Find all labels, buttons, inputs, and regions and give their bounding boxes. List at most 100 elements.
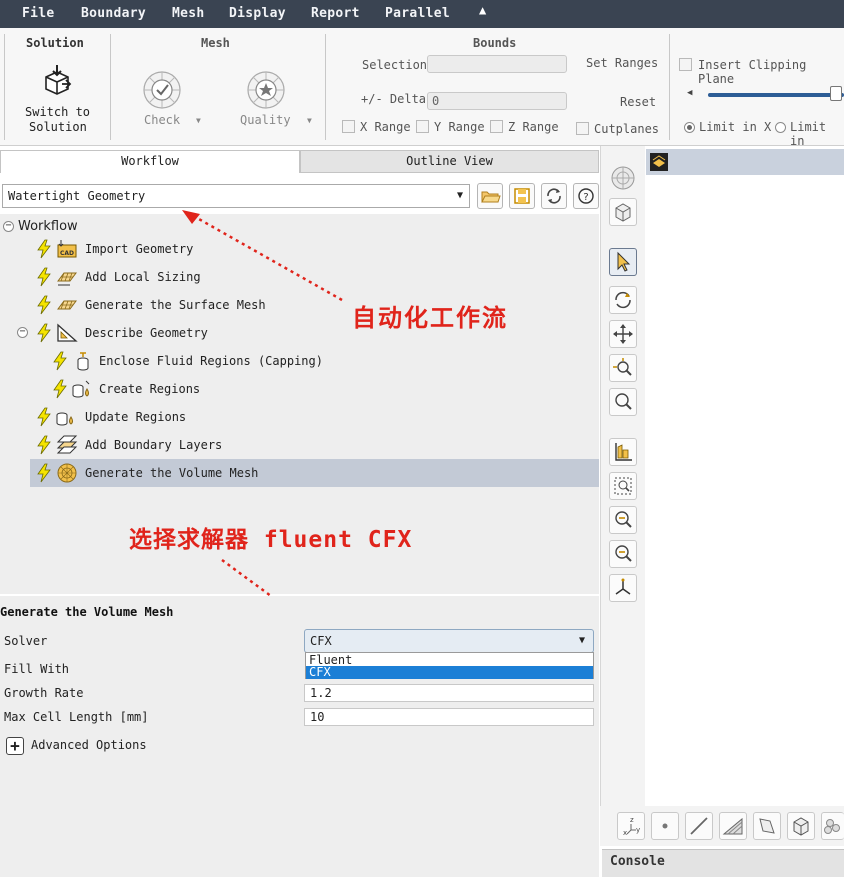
svg-text:?: ? xyxy=(583,192,588,203)
quality-icon xyxy=(247,71,285,109)
selection-filter-toolbar: zy x xyxy=(600,806,844,846)
switch-to-solution-button[interactable]: Switch to Solution xyxy=(22,62,96,134)
zoom-button[interactable] xyxy=(609,354,637,382)
workflow-type-select[interactable]: Watertight Geometry ▼ xyxy=(2,184,470,208)
expand-plus-icon[interactable]: + xyxy=(6,737,24,755)
tree-item-describe-geometry[interactable]: − Describe Geometry xyxy=(0,320,599,346)
fit-view-button[interactable] xyxy=(609,438,637,466)
reset-button[interactable]: Reset xyxy=(620,95,656,109)
workflow-annotation-arrow xyxy=(182,210,343,302)
chevron-down-icon: ▼ xyxy=(456,190,463,201)
limit-x-radio[interactable] xyxy=(684,122,695,133)
xyz-axes-filter-button[interactable]: zy x xyxy=(617,812,645,840)
limit-other-label: Limit in xyxy=(790,120,827,148)
xyz-axes-icon: zy x xyxy=(623,816,640,837)
tree-item-create-regions[interactable]: Create Regions xyxy=(46,376,599,402)
set-ranges-button[interactable]: Set Ranges xyxy=(586,56,658,70)
y-range-checkbox[interactable] xyxy=(416,120,429,133)
zoom-out-button[interactable] xyxy=(609,540,637,568)
help-button[interactable]: ? xyxy=(573,183,599,209)
face-filter-button[interactable] xyxy=(719,812,747,840)
move-icon xyxy=(613,324,633,344)
z-range-checkbox[interactable] xyxy=(490,120,503,133)
menu-parallel[interactable]: Parallel xyxy=(385,6,450,21)
bolt-icon xyxy=(53,351,67,371)
boundary-layers-icon xyxy=(56,435,78,454)
point-filter-button[interactable] xyxy=(651,812,679,840)
solver-option-cfx[interactable]: CFX xyxy=(306,666,593,679)
max-cell-length-label: Max Cell Length [mm] xyxy=(4,710,149,724)
tab-workflow[interactable]: Workflow xyxy=(0,150,300,173)
svg-text:z: z xyxy=(630,816,634,824)
tree-item-label: Enclose Fluid Regions (Capping) xyxy=(99,354,323,368)
zoom-to-fit-button[interactable] xyxy=(609,388,637,416)
advanced-options-label[interactable]: Advanced Options xyxy=(31,738,147,752)
clipping-slider[interactable] xyxy=(708,93,844,97)
tree-item-generate-volume-mesh[interactable]: Generate the Volume Mesh xyxy=(30,459,599,487)
chevron-down-icon: ▼ xyxy=(578,635,585,646)
face-icon xyxy=(759,818,775,834)
fit-view-icon xyxy=(615,443,632,461)
menu-bar: File Boundary Mesh Display Report Parall… xyxy=(0,0,844,28)
limit-other-radio[interactable] xyxy=(775,122,786,133)
select-pointer-button[interactable] xyxy=(609,248,637,276)
tree-item-add-boundary-layers[interactable]: Add Boundary Layers xyxy=(30,432,599,458)
menu-file[interactable]: File xyxy=(22,6,55,21)
selection-label: Selection xyxy=(362,58,428,72)
cube-icon xyxy=(793,817,809,836)
tree-item-label: Create Regions xyxy=(99,382,201,396)
svg-text:y: y xyxy=(636,826,640,834)
edge-icon xyxy=(690,817,708,835)
zone-filter-button[interactable] xyxy=(821,812,844,840)
axes-button[interactable] xyxy=(609,574,637,602)
tree-item-update-regions[interactable]: Update Regions xyxy=(30,404,599,430)
check-dropdown-icon[interactable]: ▼ xyxy=(196,116,201,125)
edge-filter-button[interactable] xyxy=(685,812,713,840)
mesh-display-button[interactable] xyxy=(609,164,637,192)
x-range-checkbox[interactable] xyxy=(342,120,355,133)
insert-clipping-checkbox[interactable] xyxy=(679,58,692,71)
rotate-button[interactable] xyxy=(609,286,637,314)
console-panel[interactable]: Console xyxy=(602,849,844,877)
menu-report[interactable]: Report xyxy=(311,6,360,21)
slider-left-arrow-icon[interactable]: ◀ xyxy=(687,88,692,98)
layers-icon xyxy=(650,153,668,171)
body-filter-button[interactable] xyxy=(753,812,781,840)
quality-button[interactable]: Quality ▼ xyxy=(238,70,320,132)
bolt-icon xyxy=(53,379,67,399)
insert-clipping-label: Insert Clipping Plane xyxy=(698,58,807,86)
box-display-button[interactable] xyxy=(609,198,637,226)
pan-button[interactable] xyxy=(609,320,637,348)
solver-select[interactable]: CFX ▼ xyxy=(304,629,594,653)
tab-outline-view[interactable]: Outline View xyxy=(300,150,599,173)
menu-mesh[interactable]: Mesh xyxy=(172,6,205,21)
zoom-box-button[interactable] xyxy=(609,472,637,500)
clipping-slider-thumb[interactable] xyxy=(830,86,842,101)
collapse-minus-icon[interactable]: − xyxy=(17,327,28,338)
open-folder-button[interactable] xyxy=(477,183,503,209)
surface-mesh-icon xyxy=(57,300,77,310)
max-cell-length-field[interactable]: 10 xyxy=(304,708,594,726)
quality-dropdown-icon[interactable]: ▼ xyxy=(307,116,312,125)
bolt-icon xyxy=(37,435,51,455)
caret-up-icon[interactable]: ▲ xyxy=(479,3,486,17)
cube-icon xyxy=(615,203,631,222)
zoom-in-button[interactable] xyxy=(609,506,637,534)
delta-field[interactable]: 0 xyxy=(427,92,567,110)
save-button[interactable] xyxy=(509,183,535,209)
svg-text:x: x xyxy=(623,829,627,837)
menu-display[interactable]: Display xyxy=(229,6,286,21)
fill-with-label: Fill With xyxy=(4,662,70,676)
check-button[interactable]: Check ▼ xyxy=(136,70,208,132)
bolt-icon xyxy=(37,239,51,259)
cutplanes-checkbox[interactable] xyxy=(576,122,589,135)
collapse-minus-icon[interactable]: − xyxy=(3,221,14,232)
growth-rate-field[interactable]: 1.2 xyxy=(304,684,594,702)
tree-item-enclose-fluid-regions[interactable]: Enclose Fluid Regions (Capping) xyxy=(46,348,599,374)
refresh-button[interactable] xyxy=(541,183,567,209)
task-title: Generate the Volume Mesh xyxy=(0,605,174,619)
selection-field[interactable] xyxy=(427,55,567,73)
cell-filter-button[interactable] xyxy=(787,812,815,840)
menu-boundary[interactable]: Boundary xyxy=(81,6,146,21)
graphics-viewport[interactable] xyxy=(646,175,844,845)
